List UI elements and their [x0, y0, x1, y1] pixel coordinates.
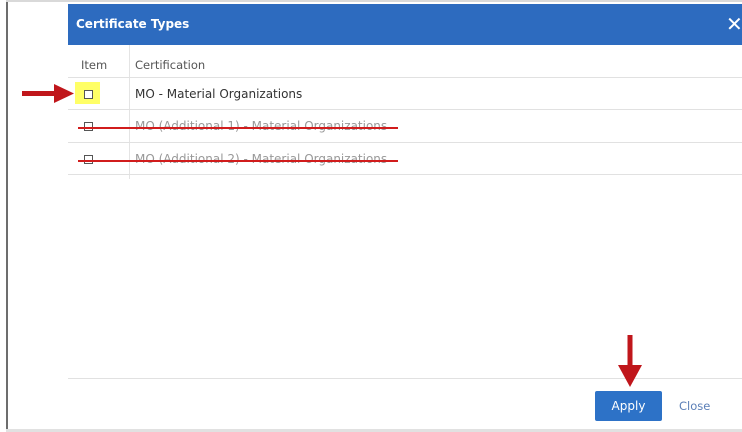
window-left-border — [6, 0, 8, 432]
window-top-border — [6, 0, 742, 2]
annotation-arrow-down-icon — [618, 335, 642, 387]
annotation-arrow-right-icon — [22, 84, 74, 103]
close-icon[interactable]: ✕ — [726, 12, 742, 36]
apply-button[interactable]: Apply — [595, 391, 662, 421]
row-label: MO (Additional 2) - Material Organizatio… — [135, 152, 388, 166]
strikethrough-annotation — [78, 127, 398, 129]
row-label: MO - Material Organizations — [135, 87, 303, 101]
table-row[interactable]: MO - Material Organizations — [68, 78, 742, 110]
row-divider — [68, 174, 742, 175]
row-checkbox[interactable] — [84, 90, 93, 99]
table-row[interactable]: MO (Additional 1) - Material Organizatio… — [68, 110, 742, 142]
table-row[interactable]: MO (Additional 2) - Material Organizatio… — [68, 143, 742, 175]
dialog-title: Certificate Types — [76, 17, 190, 31]
row-label: MO (Additional 1) - Material Organizatio… — [135, 119, 388, 133]
close-button[interactable]: Close — [679, 391, 710, 421]
strikethrough-annotation — [78, 160, 398, 162]
dialog-header: Certificate Types ✕ — [68, 4, 742, 45]
